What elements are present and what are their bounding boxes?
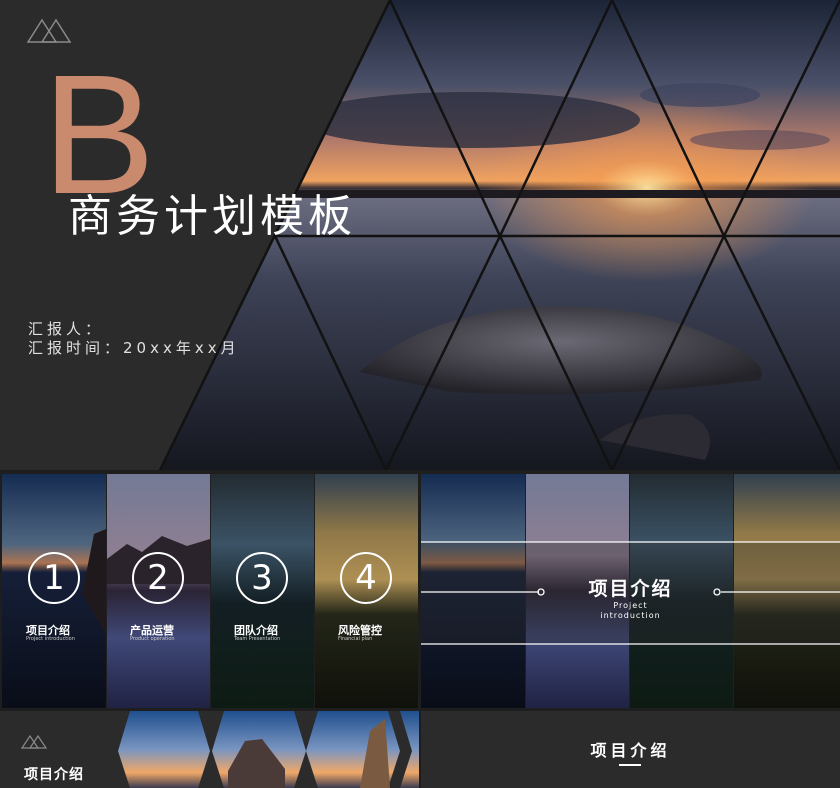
project-title: 项目介绍 [588, 578, 673, 600]
toc-number-1: 1 [28, 552, 80, 604]
cover-time: 汇报时间：20xx年xx月 [28, 339, 240, 357]
cover-slide[interactable]: B 商务计划模板 汇报人： 汇报时间：20xx年xx月 [0, 0, 840, 470]
section-slide-title[interactable]: 项目介绍 [421, 711, 840, 788]
section5-underline [619, 764, 641, 766]
double-triangle-icon [20, 734, 48, 749]
toc-sub-2: Product operation [130, 636, 175, 642]
project-sub-2: introduction [600, 611, 661, 620]
toc-number-3: 3 [236, 552, 288, 604]
cover-title: 商务计划模板 [68, 191, 356, 242]
toc-sub-1: Project introduction [26, 636, 75, 642]
toc-sub-3: Team Presentation [234, 636, 281, 642]
toc-number-4: 4 [340, 552, 392, 604]
project-sub-1: Project [613, 601, 648, 610]
project-slide[interactable]: 项目介绍 Project introduction [421, 474, 840, 708]
toc-slide[interactable]: 1 项目介绍 Project introduction 2 产品运营 Produ… [2, 474, 418, 708]
cover-reporter: 汇报人： [28, 320, 105, 338]
section-slide-hex[interactable]: 项目介绍 [0, 711, 419, 788]
section5-title: 项目介绍 [590, 741, 671, 760]
toc-sub-4: Financial plan [338, 636, 373, 642]
section4-title: 项目介绍 [24, 767, 84, 783]
toc-number-2: 2 [132, 552, 184, 604]
